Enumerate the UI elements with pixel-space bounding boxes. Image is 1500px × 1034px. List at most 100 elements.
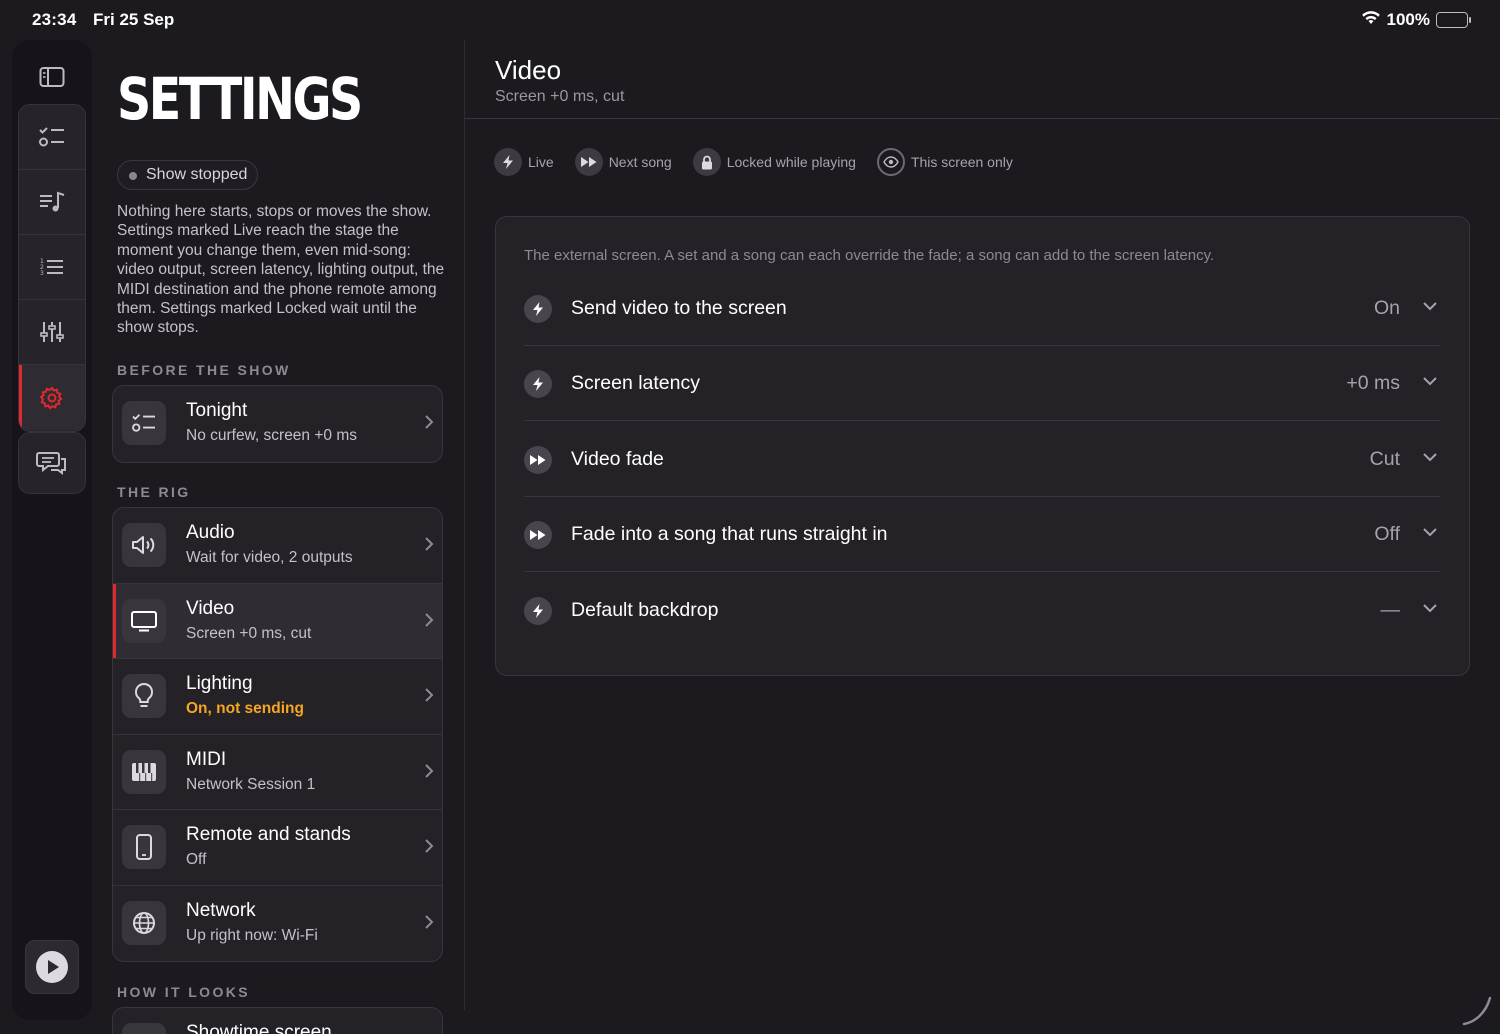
row-title: Network (186, 899, 256, 921)
icon-rail: 123 (12, 40, 92, 1020)
settings-row-lighting[interactable]: Lighting On, not sending (113, 659, 442, 735)
status-bar: 23:34 Fri 25 Sep 100% (0, 0, 1500, 40)
song-list-icon (40, 191, 65, 212)
settings-row-showtime-screen[interactable]: Showtime screen (113, 1008, 442, 1034)
chevron-right-icon (425, 839, 434, 853)
monitor-icon (122, 598, 166, 643)
show-status-badge: Show stopped (117, 160, 259, 190)
bolt-icon (524, 597, 552, 625)
legend-label: This screen only (910, 154, 1013, 170)
card-how-it-looks: Showtime screen (112, 1007, 443, 1034)
legend-label: Locked while playing (726, 154, 856, 170)
bolt-icon (494, 148, 522, 176)
bulb-icon (122, 674, 166, 718)
chevron-right-icon (425, 415, 434, 429)
setting-label: Screen latency (571, 372, 700, 394)
eye-icon (876, 148, 905, 176)
row-subtitle: No curfew, screen +0 ms (186, 427, 357, 444)
row-title: Video (186, 597, 235, 619)
chevron-down-icon[interactable] (1422, 452, 1438, 462)
settings-row-midi[interactable]: MIDI Network Session 1 (113, 735, 442, 810)
battery-icon (1436, 12, 1471, 28)
fast-forward-icon (524, 521, 552, 549)
setting-fade-into-song[interactable]: Fade into a song that runs straight in O… (524, 497, 1440, 572)
chat-icon (36, 452, 66, 475)
chevron-down-icon[interactable] (1422, 376, 1438, 386)
chevron-down-icon[interactable] (1422, 527, 1438, 537)
settings-row-network[interactable]: Network Up right now: Wi-Fi (113, 886, 442, 962)
chevron-down-icon[interactable] (1422, 603, 1438, 613)
setting-screen-latency[interactable]: Screen latency +0 ms (524, 346, 1440, 421)
row-title: Remote and stands (186, 824, 351, 845)
card-the-rig: Audio Wait for video, 2 outputs Video Sc… (112, 507, 443, 962)
detail-header-divider (465, 118, 1500, 119)
row-subtitle: Up right now: Wi-Fi (186, 926, 318, 944)
rail-checklist-button[interactable] (19, 105, 85, 170)
detail-subtitle: Screen +0 ms, cut (495, 88, 625, 105)
legend-locked: Locked while playing (692, 148, 856, 176)
chevron-right-icon (425, 688, 434, 702)
legend-live: Live (494, 148, 554, 176)
settings-row-video[interactable]: Video Screen +0 ms, cut (113, 583, 442, 659)
settings-row-audio[interactable]: Audio Wait for video, 2 outputs (113, 508, 442, 584)
setting-send-video[interactable]: Send video to the screen On (524, 271, 1440, 346)
bolt-icon (524, 295, 552, 323)
settings-column: SETTINGS Show stopped Nothing here start… (104, 40, 464, 1034)
row-subtitle: Network Session 1 (186, 775, 316, 793)
rail-settings-button[interactable] (19, 365, 85, 430)
status-time: 23:34 (32, 10, 77, 29)
row-title: Lighting (186, 673, 253, 694)
video-description: The external screen. A set and a song ca… (524, 247, 1215, 264)
setting-value[interactable]: +0 ms (1346, 372, 1400, 395)
fast-forward-icon (524, 446, 552, 474)
rail-setlist-button[interactable]: 123 (19, 235, 85, 300)
section-label-how-it-looks: HOW IT LOOKS (117, 984, 251, 1000)
row-title: Audio (186, 522, 235, 543)
status-right: 100% (1361, 10, 1471, 30)
setting-value[interactable]: On (1374, 297, 1400, 320)
card-before-show: Tonight No curfew, screen +0 ms (112, 385, 443, 463)
legend-label: Live (528, 154, 554, 170)
setting-value[interactable]: Cut (1370, 448, 1400, 471)
checklist-icon (122, 401, 166, 445)
setting-video-fade[interactable]: Video fade Cut (524, 422, 1440, 497)
rail-songs-button[interactable] (19, 170, 85, 235)
chevron-right-icon (425, 537, 434, 551)
row-subtitle-warning: On, not sending (186, 700, 304, 717)
chevron-right-icon (425, 612, 434, 627)
phone-icon (122, 825, 166, 869)
status-date: Fri 25 Sep (93, 10, 175, 29)
page-title: SETTINGS (117, 65, 363, 133)
rail-mixer-button[interactable] (19, 300, 85, 365)
detail-title: Video (495, 55, 562, 85)
row-subtitle: Wait for video, 2 outputs (186, 549, 353, 566)
wifi-icon (1361, 10, 1381, 30)
row-subtitle: Off (186, 851, 207, 868)
row-title: Showtime screen (186, 1022, 332, 1034)
svg-text:3: 3 (40, 270, 44, 277)
sidebar-toggle-button[interactable] (18, 46, 86, 108)
setting-label: Send video to the screen (571, 297, 787, 319)
chevron-down-icon[interactable] (1422, 301, 1438, 311)
checklist-icon (39, 127, 64, 147)
play-button[interactable] (25, 940, 79, 994)
settings-row-remote[interactable]: Remote and stands Off (113, 810, 442, 886)
setting-value[interactable]: — (1381, 599, 1401, 622)
video-settings-card: The external screen. A set and a song ca… (495, 216, 1470, 676)
settings-intro: Nothing here starts, stops or moves the … (117, 203, 445, 337)
section-label-the-rig: THE RIG (117, 484, 191, 500)
row-title: Tonight (186, 400, 248, 421)
setting-label: Default backdrop (571, 599, 719, 621)
bolt-icon (524, 370, 552, 398)
legend-label: Next song (608, 154, 672, 170)
setting-default-backdrop[interactable]: Default backdrop — (524, 573, 1440, 648)
legend-this-screen: This screen only (876, 148, 1013, 176)
resize-handle-icon (1462, 996, 1492, 1026)
chevron-right-icon (425, 763, 434, 778)
gear-icon (39, 386, 63, 410)
settings-row-tonight[interactable]: Tonight No curfew, screen +0 ms (113, 386, 442, 462)
lock-icon (692, 148, 721, 176)
setting-value[interactable]: Off (1374, 523, 1400, 546)
chevron-right-icon (425, 914, 434, 929)
rail-messages-button[interactable] (18, 432, 86, 494)
